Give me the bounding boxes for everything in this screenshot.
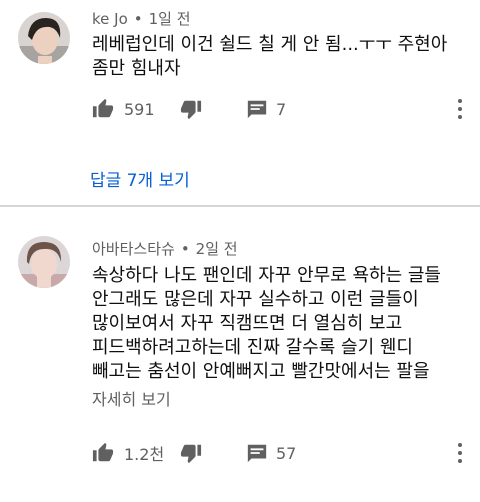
comment-text-line: 속상하다 나도 팬인데 자꾸 안무로 욕하는 글들	[92, 265, 441, 286]
author-name[interactable]: 아바타스타슈	[92, 240, 175, 258]
comment-text: 속상하다 나도 팬인데 자꾸 안무로 욕하는 글들 안그래도 많은데 자꾸 실수…	[92, 264, 441, 384]
comment-text-line: 레베럽인데 이건 쉴드 칠 게 안 됨...ㅜㅜ 주현아	[92, 34, 448, 55]
comment-meta: ke Jo • 1일 전	[92, 8, 191, 29]
meta-separator: •	[180, 240, 190, 258]
comment-icon	[247, 444, 267, 463]
reply-count: 7	[276, 99, 287, 119]
like-button[interactable]: 591	[92, 94, 155, 124]
read-more-link[interactable]: 자세히 보기	[92, 386, 171, 410]
avatar[interactable]	[18, 12, 70, 64]
reply-button[interactable]: 57	[246, 438, 296, 468]
thumbs-down-icon	[180, 100, 202, 120]
comment-meta: 아바타스타슈 • 2일 전	[92, 238, 238, 259]
comment-text-line: 피드백하려고하는데 진짜 갈수록 슬기 웬디	[92, 337, 413, 358]
comment-text-line: 빼고는 춤선이 안예뻐지고 빨간맛에서는 팔을	[92, 361, 430, 382]
thumbs-up-icon	[92, 442, 114, 462]
view-replies-link[interactable]: 답글 7개 보기	[90, 166, 190, 191]
comment-actions: 591 7	[92, 94, 480, 124]
thumbs-down-icon	[180, 444, 202, 464]
comment-icon	[247, 100, 267, 119]
comment-time: 1일 전	[148, 10, 191, 28]
more-vertical-icon[interactable]	[450, 438, 470, 468]
comment-thread: 아바타스타슈 • 2일 전 속상하다 나도 팬인데 자꾸 안무로 욕하는 글들 안그…	[0, 208, 480, 502]
comment-actions: 1.2천 57	[92, 438, 480, 468]
divider	[0, 205, 480, 207]
dislike-button[interactable]	[180, 438, 202, 468]
dislike-button[interactable]	[180, 94, 202, 124]
avatar[interactable]	[18, 236, 70, 288]
reply-count: 57	[276, 443, 297, 463]
like-button[interactable]: 1.2천	[92, 438, 164, 468]
more-vertical-icon[interactable]	[450, 94, 470, 124]
comment-text-line: 좀만 힘내자	[92, 58, 181, 79]
comment-text-line: 안그래도 많은데 자꾸 실수하고 이런 글들이	[92, 289, 419, 310]
like-count: 1.2천	[124, 445, 165, 464]
like-count: 591	[124, 99, 155, 119]
comment-time: 2일 전	[195, 240, 238, 258]
comment-thread: ke Jo • 1일 전 레베럽인데 이건 쉴드 칠 게 안 됨...ㅜㅜ 주현아 …	[0, 0, 480, 206]
author-name[interactable]: ke Jo	[92, 10, 128, 28]
reply-button[interactable]: 7	[246, 94, 286, 124]
comment-text-line: 많이보여서 자꾸 직캠뜨면 더 열심히 보고	[92, 313, 403, 334]
thumbs-up-icon	[92, 98, 114, 118]
comment-text: 레베럽인데 이건 쉴드 칠 게 안 됨...ㅜㅜ 주현아 좀만 힘내자	[92, 33, 447, 81]
meta-separator: •	[133, 10, 143, 28]
